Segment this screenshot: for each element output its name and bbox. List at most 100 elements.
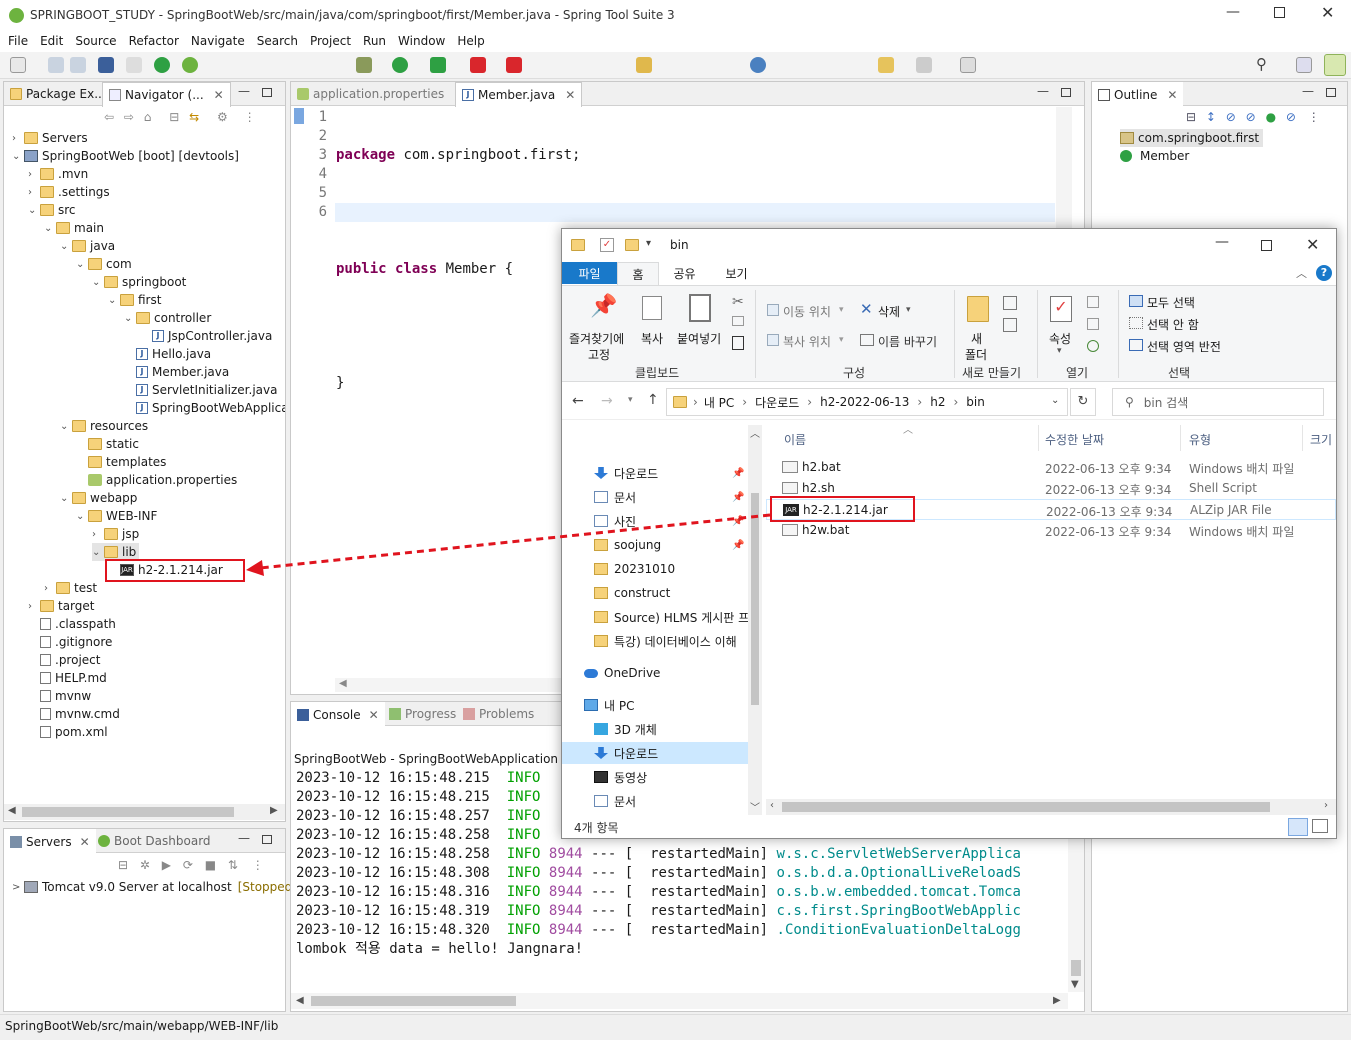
new-folder-label-2[interactable]: 폴더 [965,346,987,363]
nav-item[interactable]: 바탕 화면 [594,814,662,815]
copy-path-icon[interactable] [732,316,744,326]
tree-item[interactable]: static [76,435,139,453]
tree-item[interactable]: .gitignore [28,633,112,651]
forward-button[interactable]: → [601,393,613,409]
select-none-icon[interactable] [1129,317,1143,329]
navigator-hscrollbar[interactable]: ◀ ▶ [4,804,285,820]
tree-item[interactable]: ⌄ WEB-INF [76,507,157,525]
new-icon[interactable] [10,57,26,73]
debug-icon[interactable] [356,57,372,73]
menu-file[interactable]: File [8,34,28,48]
minimize-button[interactable]: — [1226,4,1240,20]
console-hscroll[interactable]: ◀ ▶ [291,993,1068,1009]
breadcrumb-h2-folder[interactable]: h2-2022-06-13 [820,395,909,409]
breadcrumb-bin[interactable]: bin [966,395,985,409]
run-external-icon[interactable] [430,57,446,73]
publish-icon[interactable]: ⇅ [228,858,238,872]
history-icon[interactable] [1087,340,1099,352]
tree-item[interactable]: › Servers [12,129,88,147]
maximize-button[interactable] [1274,7,1285,18]
expand-icon[interactable]: › [12,133,24,144]
tree-item[interactable]: › target [28,597,95,615]
expand-icon[interactable]: ⌄ [76,511,88,522]
forward-nav-icon[interactable] [916,57,932,73]
column-type[interactable]: 유형 [1189,431,1211,448]
nav-item[interactable]: 문서 📌 [594,486,744,508]
nav-item[interactable]: 다운로드 📌 [594,462,744,484]
move-to-label[interactable]: 이동 위치 [783,303,831,320]
tree-item[interactable]: application.properties [76,471,237,489]
properties-quick-icon[interactable]: ✓ [600,238,614,252]
menu-window[interactable]: Window [398,34,445,48]
new-folder-quick-icon[interactable] [625,239,639,251]
scroll-thumb[interactable] [311,996,516,1006]
back-button[interactable]: ← [572,393,584,409]
properties-dropdown-icon[interactable]: ▾ [1057,346,1062,356]
start-server-icon[interactable]: ▶ [162,858,171,872]
explorer-close-button[interactable]: ✕ [1306,235,1319,254]
ribbon-tab-file[interactable]: 파일 [562,262,617,284]
expand-icon[interactable]: ⌄ [124,313,136,324]
outline-item-package[interactable]: com.springboot.first [1120,129,1264,147]
menu-refactor[interactable]: Refactor [129,34,179,48]
explorer-maximize-button[interactable] [1261,240,1272,251]
close-button[interactable]: ✕ [1321,3,1334,22]
tree-item[interactable]: HELP.md [28,669,107,687]
nav-item[interactable]: 문서 [594,790,636,812]
file-list-hscroll[interactable]: ‹ › [766,799,1336,815]
properties-icon[interactable]: ✓ [1050,296,1072,322]
open-perspective-icon[interactable] [960,57,976,73]
pin-label-2[interactable]: 고정 [588,346,610,363]
rename-icon[interactable] [860,334,874,346]
save-all-icon[interactable] [70,57,86,73]
close-tab-icon[interactable]: ✕ [565,88,575,102]
address-dropdown-icon[interactable]: ⌄ [1051,395,1059,406]
expand-icon[interactable]: ⌄ [108,295,120,306]
menu-edit[interactable]: Edit [40,34,63,48]
paste-label[interactable]: 붙여넣기 [677,330,721,347]
tree-item[interactable]: J ServletInitializer.java [124,381,277,399]
tree-item[interactable]: ⌄ java [60,237,115,255]
expand-icon[interactable]: ⌄ [60,493,72,504]
close-tab-icon[interactable]: ✕ [1167,88,1177,102]
open-type-icon[interactable] [636,57,652,73]
menu-run[interactable]: Run [363,34,386,48]
search-tool-icon[interactable] [750,57,766,73]
quick-access-dropdown-icon[interactable]: ▾ [646,238,651,249]
tree-item[interactable]: J SpringBootWebApplicat [124,399,285,417]
delete-dropdown-icon[interactable]: ▾ [906,305,911,315]
new-folder-icon[interactable] [967,296,989,322]
delete-icon[interactable]: ✕ [860,300,873,318]
tree-item[interactable]: ⌄ SpringBootWeb [boot] [devtools] [12,147,239,165]
view-menu-icon[interactable]: ⋮ [252,858,264,872]
properties-label[interactable]: 속성 [1049,330,1071,347]
tab-outline[interactable]: Outline ✕ [1092,82,1184,107]
select-all-icon[interactable] [1129,295,1143,307]
address-box[interactable]: › 내 PC › 다운로드 › h2-2022-06-13 › h2 › bin… [666,388,1068,416]
ribbon-tab-home[interactable]: 홈 [617,262,659,286]
help-icon[interactable]: ? [1316,265,1332,281]
nav-item[interactable]: 내 PC [584,694,634,716]
perspective-spring-icon[interactable] [1324,54,1346,76]
nav-item[interactable]: 사진 📌 [594,510,744,532]
menu-project[interactable]: Project [310,34,351,48]
details-view-icon[interactable] [1288,818,1308,836]
view-menu-icon[interactable]: ⋮ [1308,110,1320,124]
tab-member-java[interactable]: J Member.java ✕ [455,82,583,107]
expand-icon[interactable]: ⌄ [76,259,88,270]
server-row[interactable]: > Tomcat v9.0 Server at localhost [Stopp… [12,878,297,896]
collapse-icon[interactable]: ⊟ [118,858,128,872]
tree-item[interactable]: mvnw [28,687,91,705]
tree-item[interactable]: › jsp [92,525,139,543]
nav-item[interactable]: 20231010 [594,558,675,580]
delete-label[interactable]: 삭제 [878,303,900,320]
up-button[interactable]: ↑ [647,392,659,408]
column-size[interactable]: 크기 [1310,431,1332,448]
tree-item[interactable]: ⌄ webapp [60,489,137,507]
file-row[interactable]: h2.bat 2022-06-13 오후 9:34 Windows 배치 파일 [766,457,1336,478]
refresh-button[interactable]: ↻ [1070,388,1096,416]
scroll-thumb[interactable] [1071,960,1081,976]
collapse-all-icon[interactable]: ⊟ [1186,110,1196,124]
expand-icon[interactable]: ⌄ [60,241,72,252]
edit-icon[interactable] [1087,318,1099,330]
